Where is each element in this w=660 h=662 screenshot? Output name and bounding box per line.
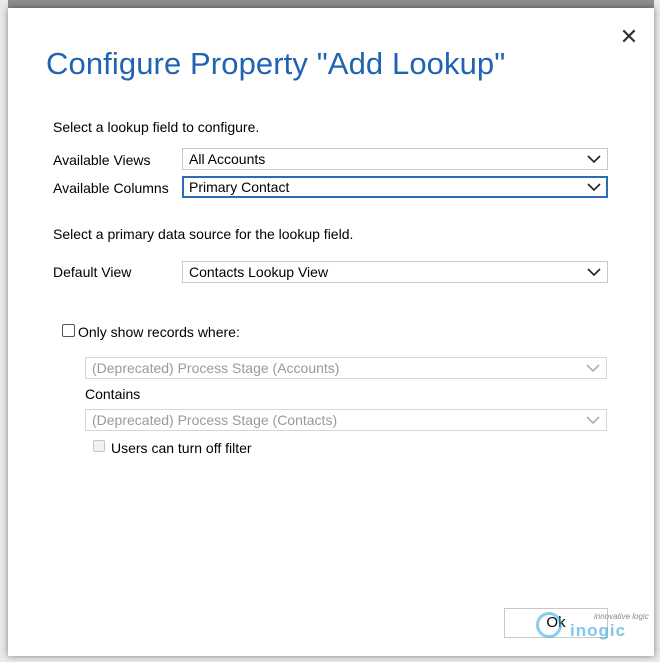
watermark-tagline: innovative logic [594, 612, 649, 621]
chevron-down-icon [587, 183, 601, 192]
background-app-right [654, 0, 660, 662]
inogic-watermark-logo: innovative logic inogic [536, 612, 649, 642]
dialog-title: Configure Property "Add Lookup" [46, 46, 506, 81]
background-app-bottom [0, 656, 660, 662]
configure-property-dialog: Configure Property "Add Lookup" ✕ Select… [8, 8, 654, 656]
contains-label: Contains [85, 386, 141, 402]
only-show-records-label: Only show records where: [78, 324, 240, 340]
filter-field-value: (Deprecated) Process Stage (Accounts) [92, 360, 340, 376]
data-source-heading: Select a primary data source for the loo… [53, 226, 354, 242]
chevron-down-icon [587, 268, 601, 277]
available-views-select[interactable]: All Accounts [182, 148, 608, 170]
chevron-down-icon [586, 364, 600, 373]
chevron-down-icon [586, 416, 600, 425]
available-views-value: All Accounts [189, 151, 266, 167]
default-view-select[interactable]: Contacts Lookup View [182, 261, 608, 283]
watermark-brand: inogic [570, 621, 627, 640]
users-can-turn-off-filter-label: Users can turn off filter [111, 440, 252, 456]
background-app-left [0, 0, 8, 662]
filter-related-field-select[interactable]: (Deprecated) Process Stage (Contacts) [85, 409, 607, 431]
logo-ring-icon [536, 612, 562, 638]
available-columns-label: Available Columns [53, 180, 169, 196]
filter-field-select[interactable]: (Deprecated) Process Stage (Accounts) [85, 357, 607, 379]
lookup-field-heading: Select a lookup field to configure. [53, 119, 260, 135]
default-view-value: Contacts Lookup View [189, 264, 329, 280]
users-can-turn-off-filter-checkbox[interactable] [93, 440, 105, 452]
chevron-down-icon [587, 155, 601, 164]
filter-related-field-value: (Deprecated) Process Stage (Contacts) [92, 412, 338, 428]
default-view-label: Default View [53, 264, 132, 280]
available-columns-select[interactable]: Primary Contact [182, 176, 608, 198]
only-show-records-checkbox[interactable] [62, 324, 75, 337]
available-views-label: Available Views [53, 152, 151, 168]
close-icon[interactable]: ✕ [618, 26, 640, 48]
available-columns-value: Primary Contact [189, 179, 290, 195]
